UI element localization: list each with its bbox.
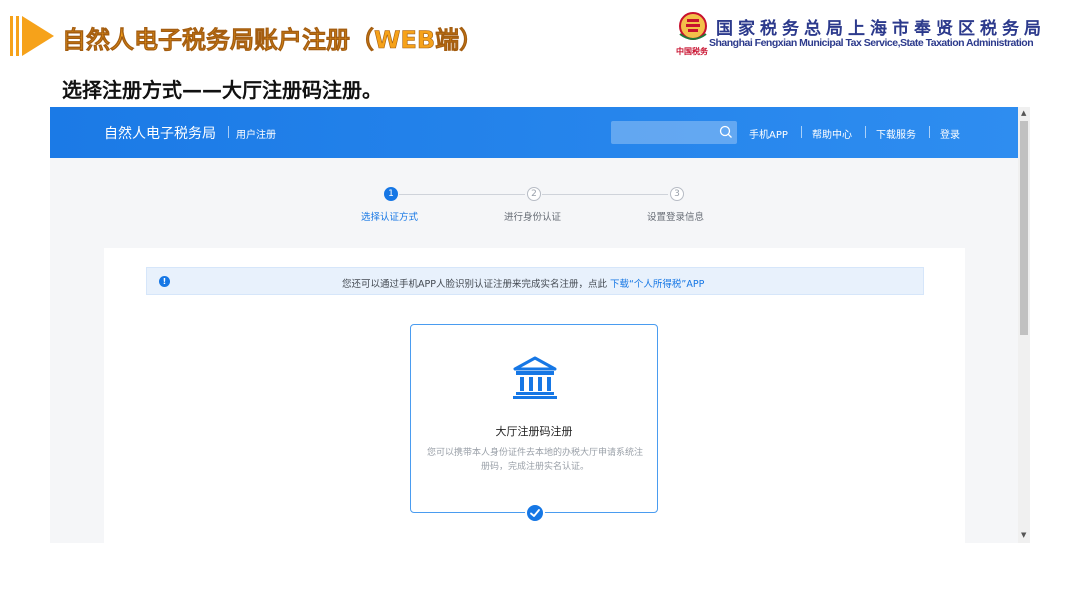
step-1-label: 选择认证方式 bbox=[361, 212, 419, 223]
step-2-indicator: 2 bbox=[527, 187, 541, 201]
emblem-caption: 中国税务 bbox=[676, 47, 708, 56]
org-name-cn: 国家税务总局上海市奉贤区税务局 bbox=[716, 19, 1046, 39]
step-connector bbox=[542, 194, 668, 195]
step-3-indicator: 3 bbox=[670, 187, 684, 201]
web-screenshot: 自然人电子税务局 用户注册 手机APP 帮助中心 下载服务 登录 ▲ ▼ 1 选… bbox=[50, 107, 1030, 543]
notice-text: 您还可以通过手机APP人脸识别认证注册来完成实名注册，点此 bbox=[342, 279, 607, 290]
nav-mobile-app[interactable]: 手机APP bbox=[749, 126, 788, 141]
app-brand[interactable]: 自然人电子税务局 bbox=[104, 123, 216, 143]
step-1-indicator: 1 bbox=[384, 187, 398, 201]
tax-bureau-logo: 国家税务总局上海市奉贤区税务局 Shanghai Fengxian Munici… bbox=[672, 8, 1072, 58]
registration-panel: ! 您还可以通过手机APP人脸识别认证注册来完成实名注册，点此 下载“个人所得税… bbox=[104, 248, 965, 543]
scroll-up-icon[interactable]: ▲ bbox=[1021, 109, 1026, 117]
info-icon: ! bbox=[159, 276, 170, 287]
slide: 自然人电子税务局账户注册（WEB端） 国家税务总局上海市奉贤区税务局 Shang… bbox=[0, 0, 1080, 608]
option-title: 大厅注册码注册 bbox=[495, 425, 573, 438]
app-header: 自然人电子税务局 用户注册 手机APP 帮助中心 下载服务 登录 bbox=[50, 107, 1018, 158]
page-title: 用户注册 bbox=[236, 130, 276, 141]
step-2-label: 进行身份认证 bbox=[504, 212, 562, 223]
tax-emblem-icon bbox=[679, 12, 707, 40]
org-name-en: Shanghai Fengxian Municipal Tax Service,… bbox=[709, 37, 1034, 49]
brand-divider bbox=[228, 126, 229, 138]
nav-divider bbox=[929, 126, 930, 138]
nav-login[interactable]: 登录 bbox=[940, 126, 960, 141]
option-description: 您可以携带本人身份证件去本地的办税大厅申请系统注册码，完成注册实名认证。 bbox=[427, 448, 644, 472]
scrollbar-thumb[interactable] bbox=[1020, 121, 1028, 335]
step-3-label: 设置登录信息 bbox=[647, 212, 705, 223]
search-icon[interactable] bbox=[719, 125, 733, 139]
app-notice-banner: ! 您还可以通过手机APP人脸识别认证注册来完成实名注册，点此 下载“个人所得税… bbox=[146, 267, 924, 295]
hall-registration-code-option[interactable]: 大厅注册码注册 您可以携带本人身份证件去本地的办税大厅申请系统注册码，完成注册实… bbox=[410, 324, 658, 523]
download-app-link[interactable]: 下载“个人所得税”APP bbox=[610, 279, 704, 290]
scroll-down-icon[interactable]: ▼ bbox=[1021, 531, 1026, 539]
step-connector bbox=[399, 194, 525, 195]
nav-divider bbox=[801, 126, 802, 138]
slide-subtitle: 选择注册方式——大厅注册码注册。 bbox=[62, 78, 382, 102]
arrow-decoration-icon bbox=[10, 16, 54, 56]
nav-help-center[interactable]: 帮助中心 bbox=[812, 126, 852, 141]
slide-title: 自然人电子税务局账户注册（WEB端） bbox=[62, 26, 484, 55]
selected-check-icon bbox=[525, 503, 545, 523]
nav-divider bbox=[865, 126, 866, 138]
bank-building-icon bbox=[513, 356, 557, 399]
nav-download[interactable]: 下载服务 bbox=[876, 126, 916, 141]
notice-text-wrap: 您还可以通过手机APP人脸识别认证注册来完成实名注册，点此 下载“个人所得税”A… bbox=[342, 276, 704, 290]
